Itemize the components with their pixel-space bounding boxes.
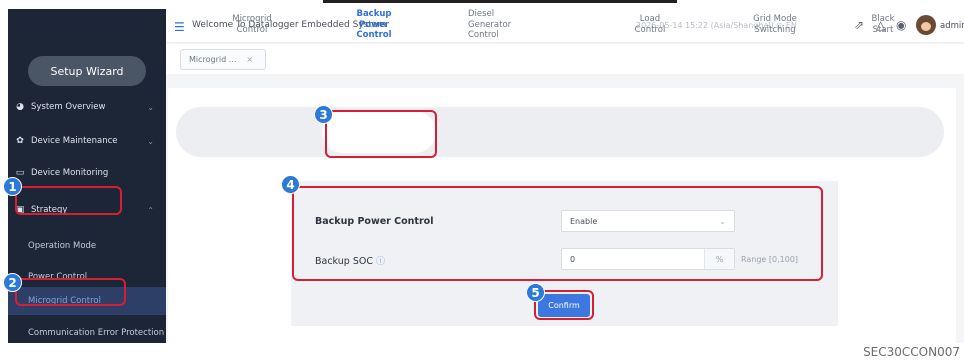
backup-power-control-label: Backup Power Control [315,216,434,227]
step-microgrid-control[interactable]: Microgrid Control [222,0,282,50]
avatar[interactable] [916,15,936,35]
step-black-start[interactable]: Black Start [858,0,908,50]
step-label: Black [871,14,895,25]
step-label: Control [236,25,268,35]
tab-bar: Microgrid ... × [166,44,964,74]
sidebar-item-label: System Overview [31,102,106,112]
strategy-icon: ▣ [15,205,25,215]
step-diesel-generator-control[interactable]: Diesel Generator Control [468,0,538,50]
sidebar: Setup Wizard ◕ System Overview ⌄ ✿ Devic… [8,9,166,343]
step-label: Load [639,14,661,25]
backup-soc-label: Backup SOC ⓘ [315,254,385,267]
setup-wizard-button[interactable]: Setup Wizard [28,56,146,86]
soc-range-hint: Range [0,100] [741,255,799,264]
step-label: Control [356,30,392,41]
chevron-down-icon: ⌄ [719,216,726,226]
select-value: Enable [570,216,598,226]
step-label: Control [634,25,666,35]
step-label: Microgrid [232,14,272,25]
chevron-down-icon: ⌄ [147,102,154,112]
tab-microgrid[interactable]: Microgrid ... × [180,49,266,70]
sidebar-item-label: Device Maintenance [31,136,118,146]
confirm-button[interactable]: Confirm [538,294,590,317]
step-badge-3: 3 [314,105,333,124]
step-load-control[interactable]: Load Control [620,0,680,50]
sidebar-item-label: Strategy [31,205,68,215]
pie-chart-icon: ◕ [16,102,24,112]
chevron-up-icon: ⌃ [147,205,154,215]
step-label: Diesel [468,9,495,20]
step-badge-5: 5 [526,283,545,302]
input-value: 0 [570,254,576,264]
sidebar-item-system-overview[interactable]: ◕ System Overview ⌄ [8,92,166,122]
step-label: Grid Mode [753,14,797,25]
top-header: ☰ Welcome To Datalogger Embedded System … [166,9,964,43]
sidebar-item-device-monitoring[interactable]: ▭ Device Monitoring [8,158,166,188]
backup-power-control-select[interactable]: Enable ⌄ [561,210,735,232]
step-label: Backup [356,9,392,20]
step-grid-mode-switching[interactable]: Grid Mode Switching [735,0,815,50]
step-badge-2: 2 [3,273,22,292]
sidebar-item-label: Device Monitoring [31,168,109,178]
step-label: Switching [754,25,796,35]
step-bar [176,107,944,157]
chevron-down-icon: ⌄ [147,136,154,146]
gear-icon: ✿ [16,136,24,146]
step-label: Control [468,30,499,41]
step-badge-1: 1 [3,177,22,196]
sidebar-item-device-maintenance[interactable]: ✿ Device Maintenance ⌄ [8,126,166,156]
backup-soc-label-text: Backup SOC [315,256,373,267]
backup-soc-input[interactable]: 0 % [561,248,735,270]
step-label: Start [872,25,894,35]
unit-suffix: % [704,249,734,269]
username[interactable]: admin [940,21,964,31]
sidebar-item-strategy[interactable]: ▣ Strategy ⌃ [8,195,166,225]
sidebar-subitem-microgrid-control[interactable]: Microgrid Control [8,287,166,315]
step-badge-4: 4 [281,175,300,194]
sidebar-subitem-operation-mode[interactable]: Operation Mode [8,232,166,260]
sidebar-subitem-communication-error-protection[interactable]: Communication Error Protection [8,319,166,343]
menu-icon[interactable]: ☰ [174,20,185,34]
close-icon[interactable]: × [246,55,253,64]
tab-label: Microgrid ... [189,55,237,64]
figure-caption: SEC30CCON007 [863,345,960,359]
step-backup-power-control[interactable]: Backup Power Control [339,0,409,50]
active-step-background [322,111,436,153]
step-label: Generator [468,19,512,30]
help-icon[interactable]: ⓘ [376,257,385,267]
step-label: Power [359,19,389,30]
